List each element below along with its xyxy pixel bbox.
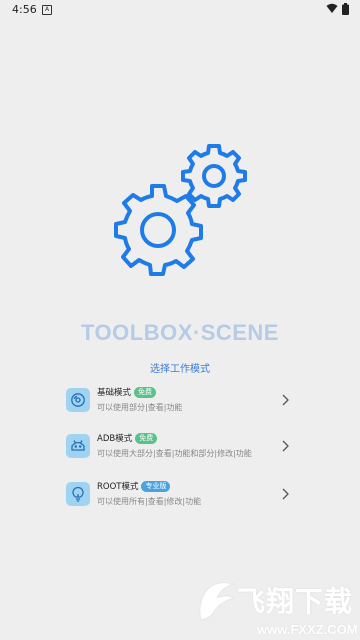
mode-name: ADB模式 免费: [97, 432, 158, 444]
mode-name-label: ADB模式: [97, 434, 133, 444]
chevron-right-icon: [282, 488, 289, 500]
mode-item-root[interactable]: ROOT模式 专业版 可以使用所有|查看|修改|功能: [60, 478, 300, 518]
status-time: 4:56: [12, 3, 37, 16]
mode-name-label: 基础模式: [97, 388, 132, 398]
watermark: 飞翔下载 www.FXXZ.COM: [195, 576, 360, 640]
app-title: TOOLBOX·SCENE: [80, 320, 279, 345]
watermark-text: 飞翔下载: [237, 586, 354, 617]
chevron-right-icon: [282, 394, 289, 406]
mode-selection-heading: 选择工作模式: [150, 364, 210, 375]
mode-description: 可以使用大部分|查看|功能和部分|修改|功能: [97, 449, 252, 458]
chevron-right-icon: [282, 440, 289, 452]
mode-item-adb[interactable]: ADB模式 免费 可以使用大部分|查看|功能和部分|修改|功能: [60, 430, 300, 470]
free-badge: 免费: [134, 387, 157, 398]
mode-name-label: ROOT模式: [97, 482, 139, 492]
android-icon: [66, 434, 90, 458]
mode-description: 可以使用所有|查看|修改|功能: [97, 497, 202, 506]
mode-name: ROOT模式 专业版: [97, 480, 171, 492]
lightbulb-icon: [66, 482, 90, 506]
mode-description: 可以使用部分|查看|功能: [97, 403, 183, 412]
free-badge: 免费: [135, 433, 158, 444]
disc-icon: [66, 388, 90, 412]
notification-icon: A: [42, 5, 52, 15]
mode-item-basic[interactable]: 基础模式 免费 可以使用部分|查看|功能: [60, 384, 300, 424]
wifi-icon: [326, 3, 338, 13]
watermark-url: www.FXXZ.COM: [257, 622, 358, 637]
gears-icon: [114, 144, 247, 276]
pro-badge: 专业版: [141, 481, 171, 492]
status-bar: 4:56 A: [0, 0, 360, 20]
watermark-logo-icon: [199, 582, 235, 621]
battery-icon: [342, 3, 349, 15]
mode-name: 基础模式 免费: [97, 386, 157, 398]
